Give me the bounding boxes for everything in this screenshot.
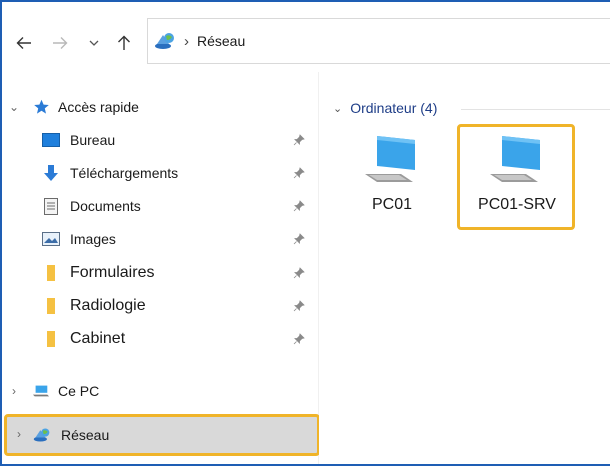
sidebar-item-formulaires[interactable]: Formulaires <box>2 260 318 286</box>
tree-network-selected[interactable]: › Réseau <box>4 414 320 456</box>
computer-label: PC01-SRV <box>478 196 556 213</box>
chevron-right-icon[interactable]: › <box>8 384 20 398</box>
star-icon <box>32 98 50 116</box>
network-icon <box>155 33 174 49</box>
network-icon <box>33 426 51 444</box>
pin-icon[interactable] <box>292 133 306 147</box>
sidebar-item-images[interactable]: Images <box>2 226 318 252</box>
images-icon <box>42 230 60 248</box>
back-button[interactable] <box>14 30 34 56</box>
arrow-right-icon <box>53 37 68 49</box>
network-label: Réseau <box>61 427 110 443</box>
computer-item-pc01[interactable]: PC01 <box>353 128 431 220</box>
group-divider <box>461 109 610 110</box>
folder-icon <box>42 264 60 282</box>
sidebar-item-label: Formulaires <box>70 264 155 281</box>
this-pc-label: Ce PC <box>58 383 100 399</box>
sidebar-item-bureau[interactable]: Bureau <box>2 127 318 153</box>
computer-icon <box>32 382 50 400</box>
navigation-pane: ⌄ Accès rapide Bureau Téléchargements Do… <box>2 72 318 464</box>
folder-icon <box>42 330 60 348</box>
content-pane: ⌄ Ordinateur (4) PC01 PC01-SRV <box>319 72 610 464</box>
sidebar-item-label: Bureau <box>70 132 116 148</box>
pin-icon[interactable] <box>292 332 306 346</box>
chevron-down-icon[interactable]: ⌄ <box>333 102 342 115</box>
sidebar-item-label: Radiologie <box>70 297 146 314</box>
arrow-up-icon <box>118 35 130 50</box>
computer-icon <box>365 136 415 182</box>
up-button[interactable] <box>114 30 134 56</box>
sidebar-item-label: Images <box>70 231 116 247</box>
group-label: Ordinateur (4) <box>350 100 438 116</box>
breadcrumb-separator: › <box>184 32 189 50</box>
recent-locations-button[interactable] <box>86 30 102 56</box>
tree-this-pc[interactable]: › Ce PC <box>2 378 318 404</box>
address-bar[interactable]: › Réseau <box>147 18 610 64</box>
download-icon <box>42 164 60 182</box>
sidebar-item-label: Cabinet <box>70 330 126 347</box>
quick-access-label: Accès rapide <box>58 99 139 115</box>
pin-icon[interactable] <box>292 266 306 280</box>
folder-icon <box>42 297 60 315</box>
chevron-expanded-icon[interactable]: ⌄ <box>8 100 20 114</box>
chevron-down-icon <box>89 40 99 46</box>
address-toolbar: › Réseau <box>2 2 610 72</box>
breadcrumb-network[interactable]: Réseau <box>197 33 245 49</box>
computer-label: PC01 <box>371 196 413 213</box>
computer-item-pc01-srv[interactable]: PC01-SRV <box>469 128 565 220</box>
computer-icon <box>490 136 540 182</box>
sidebar-item-label: Téléchargements <box>70 165 179 181</box>
pin-icon[interactable] <box>292 199 306 213</box>
sidebar-item-telechargements[interactable]: Téléchargements <box>2 160 318 186</box>
arrow-left-icon <box>16 37 31 49</box>
desktop-icon <box>42 131 60 149</box>
pin-icon[interactable] <box>292 232 306 246</box>
document-icon <box>42 197 60 215</box>
group-header[interactable]: ⌄ Ordinateur (4) <box>333 100 437 116</box>
pin-icon[interactable] <box>292 166 306 180</box>
sidebar-item-documents[interactable]: Documents <box>2 193 318 219</box>
chevron-right-icon[interactable]: › <box>13 427 25 441</box>
sidebar-item-cabinet[interactable]: Cabinet <box>2 326 318 352</box>
sidebar-item-label: Documents <box>70 198 141 214</box>
sidebar-item-radiologie[interactable]: Radiologie <box>2 293 318 319</box>
forward-button[interactable] <box>50 30 70 56</box>
pin-icon[interactable] <box>292 299 306 313</box>
tree-quick-access[interactable]: ⌄ Accès rapide <box>2 94 318 120</box>
